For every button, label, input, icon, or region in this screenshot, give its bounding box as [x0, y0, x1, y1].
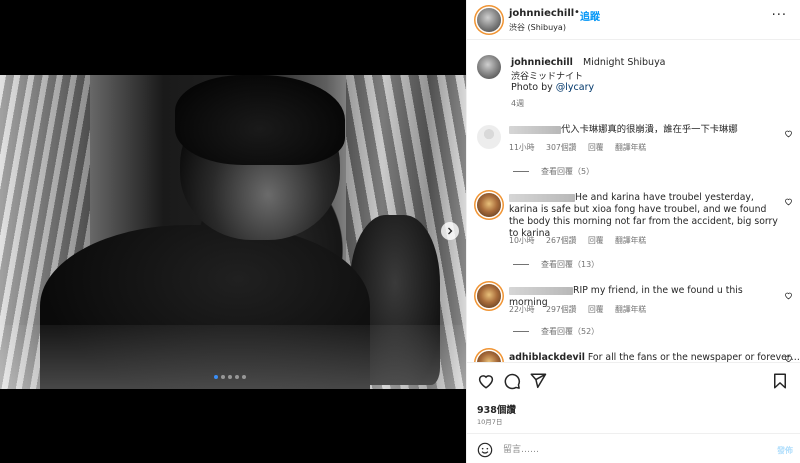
emoji-icon[interactable] — [477, 442, 493, 458]
comment-text: 代入卡琳娜真的很崩潰，誰在乎一下卡琳娜 — [509, 124, 779, 136]
redacted-username — [509, 286, 573, 295]
post-detail-panel: johnniechill • 追蹤 渋谷 (Shibuya) ··· johnn… — [466, 0, 800, 463]
translate-button[interactable]: 翻譯年糕 — [615, 143, 646, 152]
comment-meta: 22小時 297個讚 回覆 翻譯年糕 — [509, 304, 655, 315]
carousel-dot — [221, 375, 225, 379]
comment-item: adhiblackdevil For all the fans or the n… — [467, 348, 800, 362]
comment-likes[interactable]: 297個讚 — [546, 305, 576, 314]
caption-japanese: 渋谷ミッドナイト — [511, 72, 584, 82]
mention-link[interactable]: @lycary — [556, 82, 594, 93]
avatar[interactable] — [477, 55, 501, 79]
carousel-dot — [228, 375, 232, 379]
likes-count[interactable]: 938個讚 — [477, 402, 516, 416]
share-icon[interactable] — [529, 372, 547, 390]
reply-button[interactable]: 回覆 — [588, 236, 604, 245]
comment-time: 22小時 — [509, 305, 535, 314]
action-bar — [477, 372, 547, 390]
comment-username[interactable]: adhiblackdevil — [509, 352, 585, 362]
avatar[interactable] — [477, 125, 501, 149]
view-replies-label: 查看回覆（5） — [541, 167, 595, 176]
avatar[interactable] — [477, 351, 501, 362]
comment-icon[interactable] — [503, 372, 521, 390]
like-heart-icon[interactable] — [477, 372, 495, 390]
redacted-username — [509, 125, 561, 134]
caption-credit: Photo by @lycary — [511, 82, 594, 93]
comment-likes[interactable]: 267個讚 — [546, 236, 576, 245]
view-replies-button[interactable]: 查看回覆（5） — [513, 166, 594, 177]
location-link[interactable]: 渋谷 (Shibuya) — [509, 22, 566, 33]
heart-icon[interactable] — [784, 291, 793, 300]
carousel-dot — [235, 375, 239, 379]
avatar[interactable] — [477, 284, 501, 308]
post-footer: 938個讚 10月7日 發佈 — [467, 362, 800, 463]
comment-likes[interactable]: 307個讚 — [546, 143, 576, 152]
post-photo[interactable] — [0, 75, 466, 389]
reply-button[interactable]: 回覆 — [588, 143, 604, 152]
carousel-indicator — [214, 375, 246, 379]
next-slide-button[interactable] — [441, 222, 459, 240]
caption-username[interactable]: johnniechill — [511, 57, 573, 68]
comment-composer: 發佈 — [467, 433, 800, 463]
comment-time: 10小時 — [509, 236, 535, 245]
post-header: johnniechill • 追蹤 渋谷 (Shibuya) ··· — [467, 0, 800, 40]
comment-meta: 11小時 307個讚 回覆 翻譯年糕 — [509, 142, 655, 153]
chevron-right-icon — [448, 227, 453, 235]
heart-icon[interactable] — [784, 354, 793, 362]
view-replies-button[interactable]: 查看回覆（52） — [513, 326, 599, 337]
post-media-panel — [0, 0, 466, 463]
translate-button[interactable]: 翻譯年糕 — [615, 305, 646, 314]
heart-icon[interactable] — [784, 197, 793, 206]
view-replies-button[interactable]: 查看回覆（13） — [513, 259, 599, 270]
redacted-username — [509, 193, 575, 202]
post-comment-button[interactable]: 發佈 — [777, 445, 793, 456]
reply-button[interactable]: 回覆 — [588, 305, 604, 314]
comment-input[interactable] — [503, 441, 753, 459]
view-replies-label: 查看回覆（13） — [541, 260, 600, 269]
heart-icon[interactable] — [784, 129, 793, 138]
translate-button[interactable]: 翻譯年糕 — [615, 236, 646, 245]
view-replies-label: 查看回覆（52） — [541, 327, 600, 336]
credit-prefix: Photo by — [511, 82, 556, 93]
comment-meta: 10小時 267個讚 回覆 翻譯年糕 — [509, 235, 655, 246]
comment-text: He and karina have troubel yesterday, ka… — [509, 192, 779, 240]
carousel-dot — [242, 375, 246, 379]
follow-button[interactable]: 追蹤 — [580, 8, 600, 23]
avatar[interactable] — [477, 193, 501, 217]
bookmark-icon[interactable] — [771, 372, 789, 390]
author-username[interactable]: johnniechill — [509, 8, 574, 19]
comment-time: 11小時 — [509, 143, 535, 152]
caption-time: 4週 — [511, 99, 525, 108]
comment-body: 代入卡琳娜真的很崩潰，誰在乎一下卡琳娜 — [561, 124, 738, 135]
caption-title: Midnight Shibuya — [583, 57, 666, 68]
more-options-icon[interactable]: ··· — [772, 8, 787, 23]
post-date: 10月7日 — [477, 418, 503, 426]
carousel-dot — [214, 375, 218, 379]
avatar[interactable] — [477, 8, 501, 32]
comment-body: For all the fans or the newspaper or for… — [587, 352, 800, 362]
comment-text: adhiblackdevil For all the fans or the n… — [509, 352, 800, 362]
